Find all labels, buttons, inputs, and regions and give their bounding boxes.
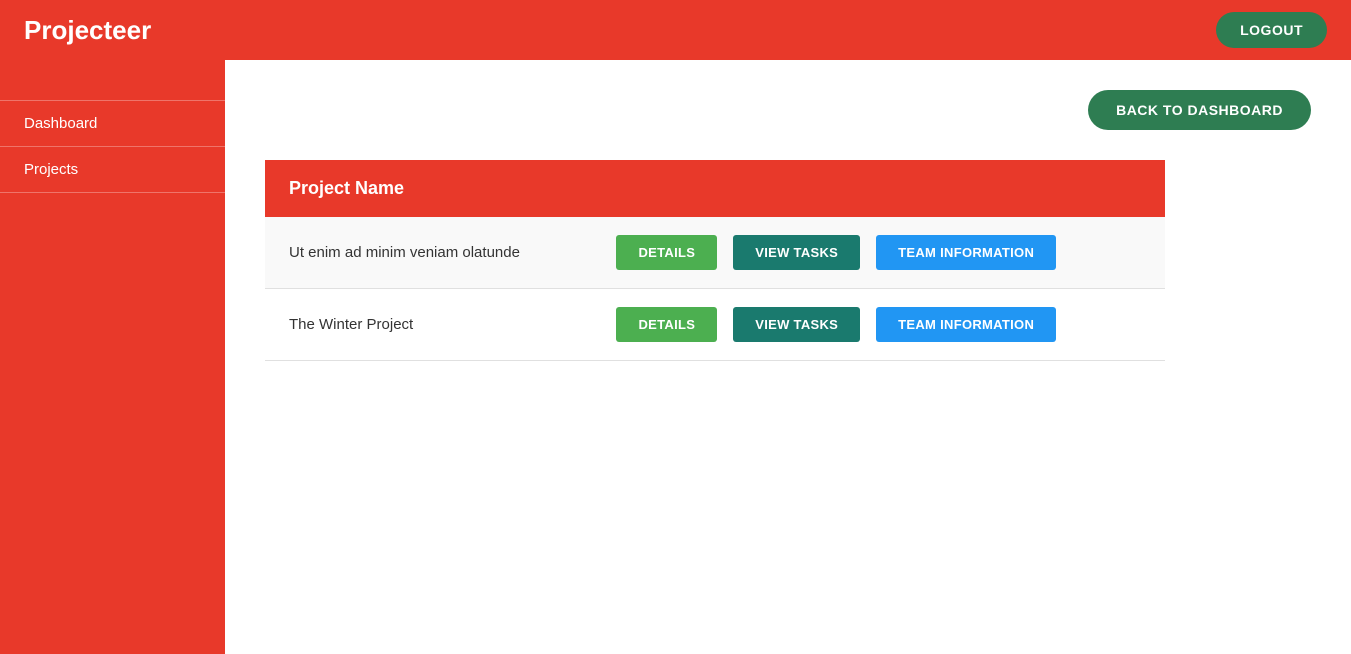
team-info-button-2[interactable]: TEAM INFORMATION xyxy=(876,307,1056,342)
table-row: The Winter Project DETAILS VIEW TASKS TE… xyxy=(265,289,1165,361)
topbar: Projecteer LOGOUT xyxy=(0,0,1351,60)
sidebar-item-projects[interactable]: Projects xyxy=(0,147,225,193)
table-header: Project Name xyxy=(265,160,1165,217)
team-info-button-1[interactable]: TEAM INFORMATION xyxy=(876,235,1056,270)
content-area: BACK TO DASHBOARD Project Name Ut enim a… xyxy=(225,60,1351,654)
row-1-actions: DETAILS VIEW TASKS TEAM INFORMATION xyxy=(616,235,1141,270)
logout-button[interactable]: LOGOUT xyxy=(1216,12,1327,48)
row-2-actions: DETAILS VIEW TASKS TEAM INFORMATION xyxy=(616,307,1141,342)
table-row: Ut enim ad minim veniam olatunde DETAILS… xyxy=(265,217,1165,289)
back-btn-container: BACK TO DASHBOARD xyxy=(265,90,1311,130)
sidebar: Dashboard Projects xyxy=(0,60,225,654)
project-name: The Winter Project xyxy=(265,289,592,361)
app-title: Projecteer xyxy=(24,15,151,46)
back-to-dashboard-button[interactable]: BACK TO DASHBOARD xyxy=(1088,90,1311,130)
projects-table: Project Name Ut enim ad minim veniam ola… xyxy=(265,160,1165,361)
details-button-1[interactable]: DETAILS xyxy=(616,235,717,270)
view-tasks-button-2[interactable]: VIEW TASKS xyxy=(733,307,860,342)
details-button-2[interactable]: DETAILS xyxy=(616,307,717,342)
sidebar-item-dashboard[interactable]: Dashboard xyxy=(0,100,225,147)
view-tasks-button-1[interactable]: VIEW TASKS xyxy=(733,235,860,270)
project-name: Ut enim ad minim veniam olatunde xyxy=(265,217,592,289)
main-layout: Dashboard Projects BACK TO DASHBOARD Pro… xyxy=(0,60,1351,654)
